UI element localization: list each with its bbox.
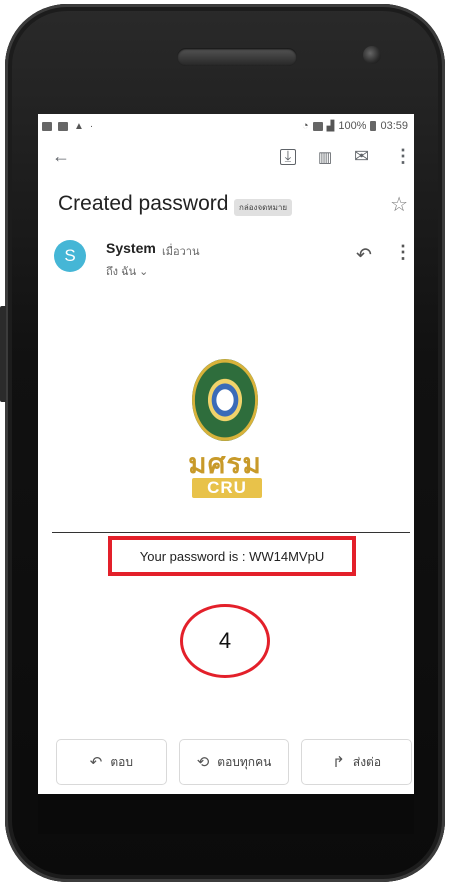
message-icon bbox=[58, 121, 68, 131]
reply-label: ตอบ bbox=[110, 754, 133, 769]
dot-icon: · bbox=[89, 120, 94, 132]
email-subject: Created password bbox=[58, 192, 229, 215]
reply-all-icon: ⟲ bbox=[196, 754, 210, 771]
subject-row: Created password กล่องจดหมาย ☆ bbox=[38, 178, 414, 228]
status-right: ◔ ▟ 100% 03:59 bbox=[302, 120, 408, 132]
battery-icon bbox=[370, 121, 377, 131]
status-left-icons: ▲ · bbox=[42, 121, 93, 132]
signal-icon: ▟ bbox=[326, 120, 335, 132]
phone-screen: ▲ · ◔ ▟ 100% 03:59 ← ⤓ ▥ ✉ ⋮ Created pas… bbox=[38, 114, 414, 794]
email-toolbar: ← ⤓ ▥ ✉ ⋮ bbox=[38, 138, 414, 178]
star-icon[interactable]: ☆ bbox=[390, 192, 408, 217]
sender-time: เมื่อวาน bbox=[162, 246, 200, 258]
logo-wordmark: มศรม bbox=[188, 447, 262, 480]
university-seal bbox=[192, 359, 258, 441]
front-camera bbox=[363, 46, 381, 64]
archive-icon[interactable]: ⤓ bbox=[280, 149, 296, 165]
phone-speaker bbox=[177, 48, 297, 66]
more-options-icon[interactable]: ⋮ bbox=[394, 146, 412, 167]
clock: 03:59 bbox=[380, 120, 408, 132]
wifi-icon: ◔ bbox=[301, 120, 309, 132]
reply-arrow-icon: ↶ bbox=[89, 754, 103, 771]
sim-icon bbox=[312, 121, 323, 131]
battery-level: 100% bbox=[338, 120, 367, 132]
forward-label: ส่งต่อ bbox=[352, 754, 382, 769]
delete-icon[interactable]: ▥ bbox=[318, 148, 332, 166]
message-more-icon[interactable]: ⋮ bbox=[394, 242, 412, 263]
mail-icon[interactable]: ✉ bbox=[354, 146, 369, 167]
forward-icon: ↱ bbox=[332, 754, 345, 771]
step-number: 4 bbox=[218, 628, 232, 653]
status-bar: ▲ · ◔ ▟ 100% 03:59 bbox=[38, 114, 414, 138]
step-marker-circle: 4 bbox=[180, 604, 270, 678]
photo-icon bbox=[42, 121, 52, 131]
forward-button[interactable]: ↱ ส่งต่อ bbox=[301, 739, 413, 785]
reply-all-label: ตอบทุกคน bbox=[217, 754, 272, 769]
sender-avatar[interactable]: S bbox=[54, 240, 86, 272]
logo-cru: CRU bbox=[192, 478, 262, 498]
side-button[interactable] bbox=[0, 306, 6, 402]
university-logo: มศรม CRU bbox=[178, 359, 278, 509]
password-text: Your password is : WW14MVpU bbox=[139, 548, 325, 564]
sender-name-text: System bbox=[106, 240, 156, 256]
reply-actions: ↶ ตอบ ⟲ ตอบทุกคน ↱ ส่งต่อ bbox=[56, 739, 413, 785]
reply-button[interactable]: ↶ ตอบ bbox=[56, 739, 167, 785]
divider bbox=[52, 532, 410, 533]
back-arrow-icon[interactable]: ← bbox=[52, 146, 70, 167]
sender-row: S System เมื่อวาน ถึง ฉัน ⌄ ↶ ⋮ bbox=[38, 228, 414, 298]
password-highlight-box: Your password is : WW14MVpU bbox=[108, 536, 356, 576]
reply-all-button[interactable]: ⟲ ตอบทุกคน bbox=[178, 739, 290, 785]
phone-chin bbox=[38, 794, 414, 834]
warning-icon: ▲ bbox=[74, 120, 84, 132]
reply-icon[interactable]: ↶ bbox=[356, 244, 372, 267]
recipient-details-toggle[interactable]: ถึง ฉัน ⌄ bbox=[106, 262, 148, 280]
inbox-label-chip[interactable]: กล่องจดหมาย bbox=[234, 199, 293, 216]
sender-name: System bbox=[106, 240, 156, 256]
